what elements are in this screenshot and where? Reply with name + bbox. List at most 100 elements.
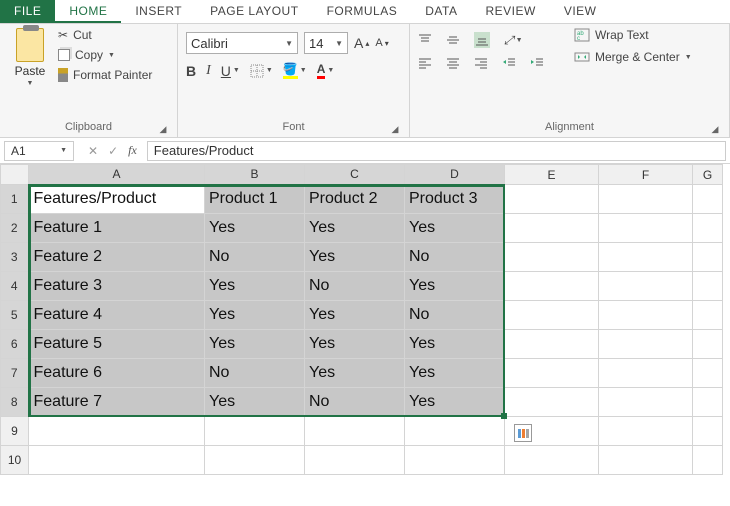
cell[interactable] — [505, 301, 599, 330]
tab-home[interactable]: HOME — [55, 0, 121, 23]
cell[interactable]: Yes — [305, 214, 405, 243]
column-header[interactable]: E — [505, 165, 599, 185]
cell[interactable] — [405, 417, 505, 446]
cell[interactable] — [693, 330, 723, 359]
spreadsheet-grid[interactable]: ABCDEFG1Features/ProductProduct 1Product… — [0, 164, 723, 475]
align-right-button[interactable] — [474, 56, 488, 70]
cell[interactable]: Yes — [405, 330, 505, 359]
cell[interactable]: Product 3 — [405, 185, 505, 214]
format-painter-button[interactable]: Format Painter — [58, 68, 152, 82]
cell[interactable] — [505, 359, 599, 388]
column-header[interactable]: B — [205, 165, 305, 185]
cell[interactable]: Product 1 — [205, 185, 305, 214]
cell[interactable]: Feature 7 — [29, 388, 205, 417]
cell[interactable] — [305, 417, 405, 446]
font-color-button[interactable]: A ▼ — [317, 62, 335, 79]
cell[interactable]: Feature 2 — [29, 243, 205, 272]
tab-insert[interactable]: INSERT — [121, 0, 196, 23]
cell[interactable]: Yes — [305, 330, 405, 359]
formula-input[interactable]: Features/Product — [147, 141, 726, 161]
fill-handle[interactable] — [501, 413, 507, 419]
cell[interactable]: Yes — [405, 214, 505, 243]
cell[interactable] — [693, 446, 723, 475]
cell[interactable]: Product 2 — [305, 185, 405, 214]
cell[interactable]: No — [405, 301, 505, 330]
cell[interactable] — [693, 388, 723, 417]
cell[interactable]: Yes — [205, 301, 305, 330]
cell[interactable] — [505, 243, 599, 272]
row-header[interactable]: 3 — [1, 243, 29, 272]
borders-button[interactable]: ▼ — [250, 64, 273, 78]
row-header[interactable]: 5 — [1, 301, 29, 330]
cell[interactable]: Yes — [305, 243, 405, 272]
copy-button[interactable]: Copy ▼ — [58, 48, 152, 62]
column-header[interactable]: C — [305, 165, 405, 185]
cell[interactable] — [599, 330, 693, 359]
cell[interactable]: Feature 1 — [29, 214, 205, 243]
dialog-launcher-icon[interactable]: ◢ — [157, 123, 169, 135]
cell[interactable]: No — [205, 359, 305, 388]
row-header[interactable]: 7 — [1, 359, 29, 388]
fill-color-button[interactable]: 🪣 ▼ — [283, 62, 307, 79]
increase-indent-button[interactable] — [530, 56, 544, 70]
cell[interactable] — [505, 446, 599, 475]
column-header[interactable]: A — [29, 165, 205, 185]
cell[interactable] — [693, 417, 723, 446]
cell[interactable]: Yes — [205, 388, 305, 417]
cell[interactable] — [505, 214, 599, 243]
cell[interactable]: Yes — [205, 272, 305, 301]
cell[interactable] — [29, 446, 205, 475]
cancel-icon[interactable]: ✕ — [88, 144, 98, 158]
cell[interactable]: Yes — [405, 272, 505, 301]
wrap-text-button[interactable]: abc Wrap Text — [574, 28, 692, 42]
dialog-launcher-icon[interactable]: ◢ — [709, 123, 721, 135]
cell[interactable] — [599, 359, 693, 388]
tab-formulas[interactable]: FORMULAS — [313, 0, 412, 23]
cell[interactable] — [599, 388, 693, 417]
font-name-combo[interactable]: Calibri ▼ — [186, 32, 298, 54]
tab-page-layout[interactable]: PAGE LAYOUT — [196, 0, 312, 23]
align-top-button[interactable] — [418, 33, 432, 47]
cell[interactable] — [693, 359, 723, 388]
increase-font-button[interactable]: A▴ — [354, 35, 369, 51]
cell[interactable]: Yes — [405, 388, 505, 417]
tab-view[interactable]: VIEW — [550, 0, 611, 23]
cell[interactable] — [505, 330, 599, 359]
cell[interactable] — [505, 272, 599, 301]
align-center-button[interactable] — [446, 56, 460, 70]
cell[interactable] — [29, 417, 205, 446]
cell[interactable]: Yes — [205, 330, 305, 359]
tab-data[interactable]: DATA — [411, 0, 471, 23]
cell[interactable] — [305, 446, 405, 475]
cell[interactable]: Feature 5 — [29, 330, 205, 359]
cell[interactable]: Feature 6 — [29, 359, 205, 388]
row-header[interactable]: 10 — [1, 446, 29, 475]
cell[interactable] — [505, 388, 599, 417]
column-header[interactable]: D — [405, 165, 505, 185]
cell[interactable]: No — [305, 272, 405, 301]
cell[interactable]: Feature 4 — [29, 301, 205, 330]
font-size-combo[interactable]: 14 ▼ — [304, 32, 348, 54]
row-header[interactable]: 6 — [1, 330, 29, 359]
enter-icon[interactable]: ✓ — [108, 144, 118, 158]
italic-button[interactable]: I — [206, 63, 211, 79]
cell[interactable]: Feature 3 — [29, 272, 205, 301]
dialog-launcher-icon[interactable]: ◢ — [389, 123, 401, 135]
cell[interactable] — [693, 301, 723, 330]
row-header[interactable]: 8 — [1, 388, 29, 417]
align-middle-button[interactable] — [446, 33, 460, 47]
cell[interactable] — [599, 214, 693, 243]
paste-button[interactable]: Paste ▼ — [8, 28, 52, 87]
cell[interactable]: No — [305, 388, 405, 417]
cell[interactable] — [405, 446, 505, 475]
cell[interactable]: No — [205, 243, 305, 272]
tab-review[interactable]: REVIEW — [471, 0, 549, 23]
cell[interactable] — [599, 185, 693, 214]
align-left-button[interactable] — [418, 56, 432, 70]
cut-button[interactable]: ✂ Cut — [58, 28, 152, 42]
cell[interactable] — [205, 417, 305, 446]
row-header[interactable]: 9 — [1, 417, 29, 446]
cell[interactable] — [693, 272, 723, 301]
cell[interactable]: Yes — [305, 301, 405, 330]
align-bottom-button[interactable] — [474, 32, 490, 48]
